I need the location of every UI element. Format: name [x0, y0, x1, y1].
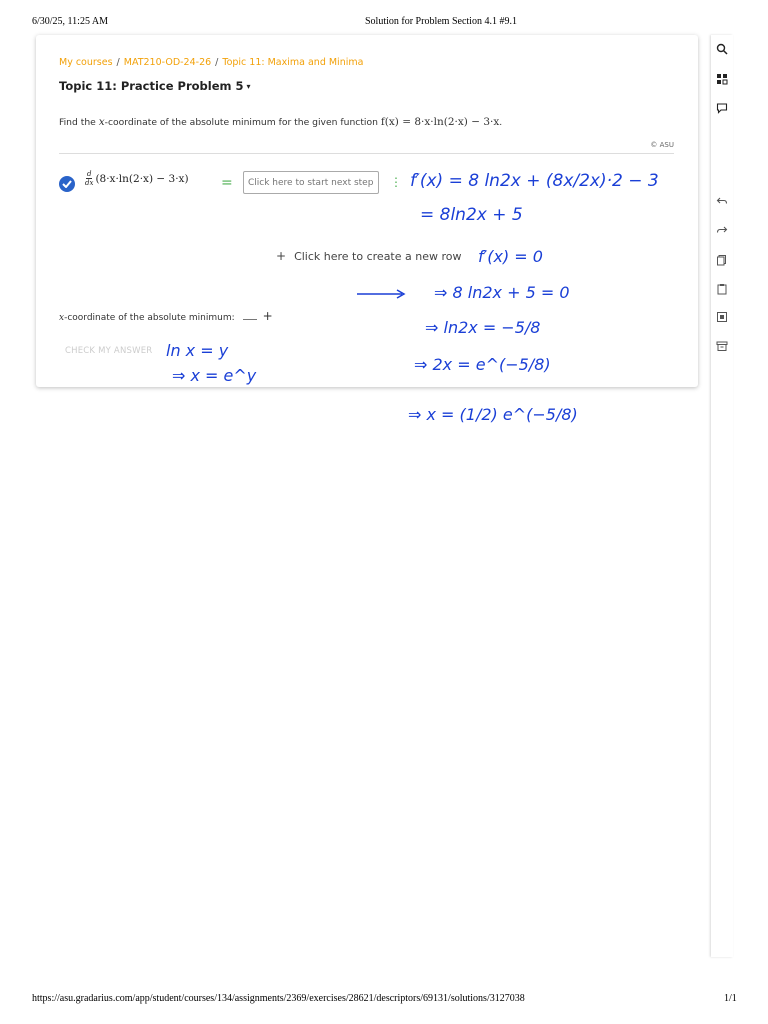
image-icon[interactable]	[716, 311, 728, 323]
next-step-input[interactable]	[243, 171, 379, 194]
step-row: ddx(8·x·ln(2·x) − 3·x) = ⋮	[59, 168, 679, 200]
answer-label: -coordinate of the absolute minimum:	[64, 313, 235, 323]
breadcrumb-course[interactable]: MAT210-OD-24-26	[124, 57, 211, 68]
derivative-argument: (8·x·ln(2·x) − 3·x)	[95, 173, 189, 185]
handwriting-line-7: ⇒ x = (1/2) e^(−5/8)	[408, 405, 578, 424]
add-answer-icon[interactable]: +	[263, 309, 273, 323]
row-menu-icon[interactable]: ⋮	[390, 175, 402, 189]
search-icon[interactable]	[716, 43, 728, 55]
comment-icon[interactable]	[716, 102, 728, 114]
breadcrumb: My courses / MAT210-OD-24-26/Topic 11: Max…	[59, 57, 363, 68]
answer-row: x-coordinate of the absolute minimum: +	[59, 309, 273, 323]
copyright: © ASU	[650, 141, 674, 149]
print-page-number: 1/1	[724, 993, 737, 1004]
problem-function: f(x) = 8·x·ln(2·x) − 3·x	[380, 116, 500, 128]
derivative-operator: d dx	[85, 170, 94, 187]
undo-icon[interactable]	[716, 195, 728, 207]
redo-icon[interactable]	[716, 224, 728, 236]
print-datetime: 6/30/25, 11:25 AM	[32, 16, 109, 27]
breadcrumb-my-courses[interactable]: My courses	[59, 57, 113, 68]
problem-suffix: .	[499, 117, 503, 128]
derivative-expression: d dx (8·x·ln(2·x) − 3·x)	[85, 170, 189, 188]
page-title-text: Topic 11: Practice Problem 5	[59, 79, 244, 93]
caret-down-icon: ▾	[246, 82, 251, 91]
problem-middle: -coordinate of the absolute minimum for …	[104, 117, 381, 128]
archive-icon[interactable]	[716, 340, 728, 352]
problem-statement: Find the x-coordinate of the absolute mi…	[59, 116, 502, 128]
breadcrumb-separator: /	[116, 57, 120, 68]
page-title[interactable]: Topic 11: Practice Problem 5 ▾	[59, 79, 251, 93]
equals-sign: =	[221, 175, 233, 191]
grid-icon[interactable]	[716, 73, 728, 85]
annotation-toolbar	[711, 35, 733, 957]
answer-input[interactable]	[242, 312, 257, 320]
print-url: https://asu.gradarius.com/app/student/co…	[32, 993, 525, 1004]
print-title: Solution for Problem Section 4.1 #9.1	[365, 16, 517, 27]
breadcrumb-topic[interactable]: Topic 11: Maxima and Minima	[222, 57, 363, 68]
plus-icon: +	[276, 249, 287, 263]
breadcrumb-separator: /	[215, 57, 219, 68]
divider	[59, 153, 674, 154]
create-new-row-button[interactable]: + Click here to create a new row	[276, 249, 462, 263]
problem-prefix: Find the	[59, 117, 99, 128]
check-answer-button[interactable]: CHECK MY ANSWER	[65, 346, 152, 356]
clipboard-icon[interactable]	[716, 283, 728, 295]
checkmark-icon	[59, 176, 75, 192]
copy-icon[interactable]	[716, 254, 728, 266]
create-new-row-label: Click here to create a new row	[294, 250, 462, 263]
problem-card: My courses / MAT210-OD-24-26/Topic 11: Max…	[36, 35, 698, 387]
